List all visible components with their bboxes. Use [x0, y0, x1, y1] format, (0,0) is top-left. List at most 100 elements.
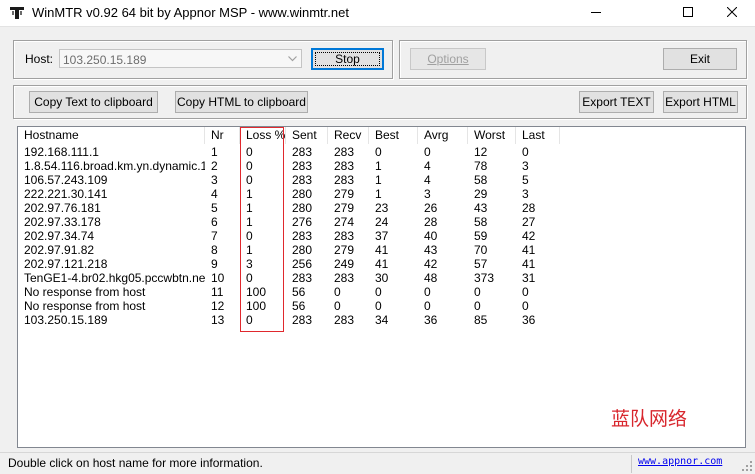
cell-best: 30	[375, 271, 389, 285]
cell-avrg: 3	[424, 187, 431, 201]
cell-best: 24	[375, 215, 389, 229]
cell-last: 0	[522, 285, 529, 299]
cell-avrg: 40	[424, 229, 438, 243]
cell-worst: 85	[474, 313, 488, 327]
column-header-nr[interactable]: Nr	[205, 127, 240, 144]
stop-button[interactable]: Stop	[311, 48, 384, 70]
table-row[interactable]: 202.97.91.82 8 1 280 279 41 43 70 41	[18, 243, 745, 257]
window-title: WinMTR v0.92 64 bit by Appnor MSP - www.…	[32, 5, 349, 20]
watermark-text: 蓝队网络	[611, 408, 688, 430]
cell-avrg: 0	[424, 285, 431, 299]
close-button[interactable]	[709, 0, 755, 26]
column-header-worst[interactable]: Worst	[468, 127, 516, 144]
column-header-avrg[interactable]: Avrg	[418, 127, 468, 144]
column-header-hostname[interactable]: Hostname	[18, 127, 205, 144]
copy-text-button[interactable]: Copy Text to clipboard	[29, 91, 158, 113]
cell-nr: 12	[211, 299, 225, 313]
cell-nr: 6	[211, 215, 218, 229]
cell-nr: 1	[211, 145, 218, 159]
chevron-down-icon[interactable]	[285, 51, 300, 66]
cell-hostname: 106.57.243.109	[24, 173, 108, 187]
cell-last: 28	[522, 201, 536, 215]
minimize-button[interactable]	[573, 0, 619, 26]
cell-best: 1	[375, 187, 382, 201]
cell-best: 0	[375, 145, 382, 159]
copy-text-button-label: Copy Text to clipboard	[34, 95, 153, 109]
maximize-button[interactable]	[665, 0, 711, 26]
cell-hostname: 202.97.34.74	[24, 229, 95, 243]
options-button[interactable]: Options	[410, 48, 486, 70]
cell-sent: 283	[292, 173, 313, 187]
export-html-button[interactable]: Export HTML	[663, 91, 738, 113]
cell-recv: 0	[334, 299, 341, 313]
cell-avrg: 0	[424, 299, 431, 313]
cell-best: 1	[375, 159, 382, 173]
cell-avrg: 0	[424, 145, 431, 159]
host-label: Host:	[25, 52, 54, 66]
export-text-button-label: Export TEXT	[582, 95, 651, 109]
cell-worst: 43	[474, 201, 488, 215]
table-row[interactable]: 202.97.121.218 9 3 256 249 41 42 57 41	[18, 257, 745, 271]
loss-column-highlight	[240, 127, 284, 332]
table-row[interactable]: TenGE1-4.br02.hkg05.pccwbtn.net 10 0 283 283…	[18, 271, 745, 285]
host-combo[interactable]: 103.250.15.189	[59, 49, 302, 68]
appnor-link[interactable]: www.appnor.com	[638, 456, 722, 467]
cell-best: 0	[375, 299, 382, 313]
cell-recv: 0	[334, 285, 341, 299]
cell-hostname: 202.97.91.82	[24, 243, 95, 257]
cell-last: 27	[522, 215, 536, 229]
cell-avrg: 48	[424, 271, 438, 285]
exit-button[interactable]: Exit	[663, 48, 737, 70]
column-header-recv[interactable]: Recv	[328, 127, 369, 144]
cell-sent: 283	[292, 271, 313, 285]
export-text-button[interactable]: Export TEXT	[579, 91, 654, 113]
results-table[interactable]: Hostname Nr Loss % Sent Recv Best Avrg Worst Las…	[17, 126, 746, 448]
cell-recv: 279	[334, 201, 355, 215]
cell-recv: 283	[334, 271, 355, 285]
cell-last: 31	[522, 271, 536, 285]
cell-avrg: 4	[424, 159, 431, 173]
table-row[interactable]: 202.97.34.74 7 0 283 283 37 40 59 42	[18, 229, 745, 243]
cell-last: 3	[522, 159, 529, 173]
table-row[interactable]: 222.221.30.141 4 1 280 279 1 3 29 3	[18, 187, 745, 201]
close-icon	[726, 6, 738, 20]
table-header: Hostname Nr Loss % Sent Recv Best Avrg Worst Las…	[18, 127, 745, 144]
cell-worst: 58	[474, 173, 488, 187]
cell-last: 0	[522, 145, 529, 159]
cell-nr: 13	[211, 313, 225, 327]
cell-sent: 280	[292, 201, 313, 215]
table-row[interactable]: 106.57.243.109 3 0 283 283 1 4 58 5	[18, 173, 745, 187]
table-row[interactable]: 1.8.54.116.broad.km.yn.dynamic.163...202…	[18, 159, 745, 173]
cell-worst: 58	[474, 215, 488, 229]
cell-hostname: No response from host	[24, 285, 146, 299]
cell-best: 41	[375, 243, 389, 257]
cell-best: 0	[375, 285, 382, 299]
cell-hostname: 103.250.15.189	[24, 313, 108, 327]
cell-worst: 57	[474, 257, 488, 271]
cell-worst: 12	[474, 145, 488, 159]
copy-html-button[interactable]: Copy HTML to clipboard	[175, 91, 308, 113]
cell-best: 23	[375, 201, 389, 215]
column-header-sent[interactable]: Sent	[286, 127, 328, 144]
cell-recv: 274	[334, 215, 355, 229]
cell-best: 1	[375, 173, 382, 187]
cell-avrg: 42	[424, 257, 438, 271]
column-header-last[interactable]: Last	[516, 127, 560, 144]
cell-hostname: 1.8.54.116.broad.km.yn.dynamic.163...	[24, 159, 205, 173]
export-html-button-label: Export HTML	[665, 95, 736, 109]
table-row[interactable]: 202.97.76.181 5 1 280 279 23 26 43 28	[18, 201, 745, 215]
status-text: Double click on host name for more infor…	[8, 456, 263, 470]
table-row[interactable]: 103.250.15.189 13 0 283 283 34 36 85 36	[18, 313, 745, 327]
cell-nr: 5	[211, 201, 218, 215]
table-row[interactable]: 192.168.111.1 1 0 283 283 0 0 12 0	[18, 145, 745, 159]
table-row[interactable]: No response from host 11 100 56 0 0 0 0 0	[18, 285, 745, 299]
cell-nr: 10	[211, 271, 225, 285]
table-row[interactable]: 202.97.33.178 6 1 276 274 24 28 58 27	[18, 215, 745, 229]
cell-last: 5	[522, 173, 529, 187]
cell-sent: 280	[292, 187, 313, 201]
table-row[interactable]: No response from host 12 100 56 0 0 0 0 0	[18, 299, 745, 313]
column-header-best[interactable]: Best	[369, 127, 418, 144]
cell-sent: 283	[292, 229, 313, 243]
resize-grip-icon[interactable]	[741, 460, 753, 472]
cell-last: 41	[522, 243, 536, 257]
